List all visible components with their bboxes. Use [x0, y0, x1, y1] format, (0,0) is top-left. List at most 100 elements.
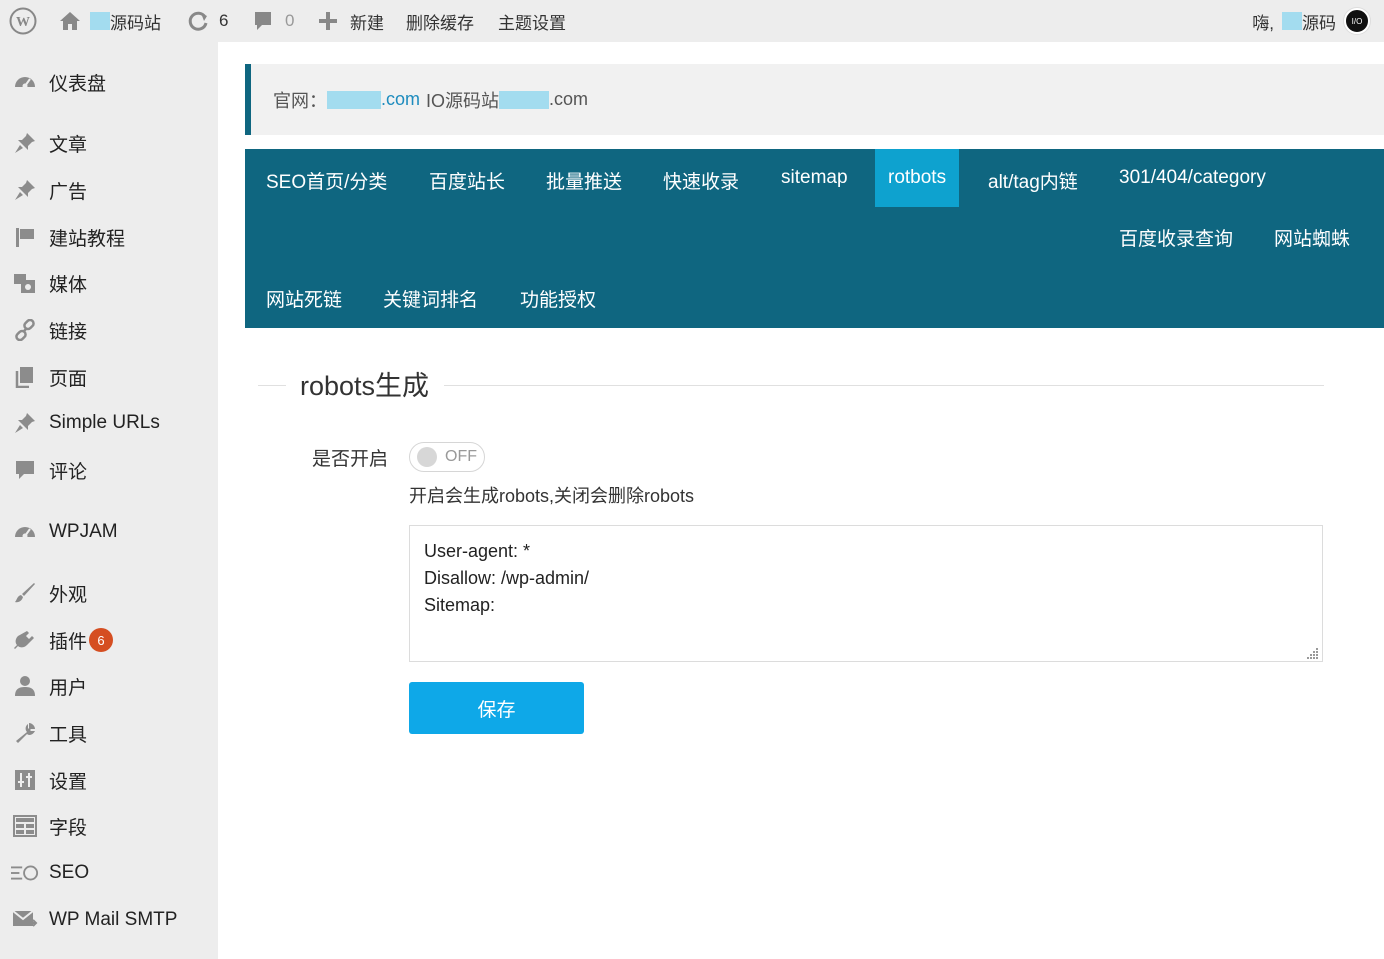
toggle-help-text: 开启会生成robots,关闭会删除robots [409, 486, 695, 506]
tab-301-404-category[interactable]: 301/404/category [1106, 149, 1279, 207]
sidebar-item-label: 字段 [49, 817, 88, 839]
link-icon [11, 319, 39, 341]
official-site-link[interactable]: .com [381, 89, 420, 110]
comment-icon [253, 10, 273, 32]
avatar: I/O [1344, 8, 1370, 34]
wrench-icon [11, 722, 39, 744]
dashboard-icon [11, 71, 39, 93]
robots-enable-toggle[interactable]: OFF [409, 442, 485, 472]
sidebar-item-links[interactable]: 链接 [0, 310, 218, 350]
new-label: 新建 [350, 13, 384, 33]
sidebar-item-simple-urls[interactable]: Simple URLs [0, 403, 218, 443]
save-button[interactable]: 保存 [409, 682, 584, 734]
admin-bar: W 源码站 6 0 新建 删除缓存 主题设置 嗨, 源码 I/O [0, 0, 1384, 42]
sidebar-item-dashboard[interactable]: 仪表盘 [0, 62, 218, 102]
sidebar-item-label: 插件 [49, 631, 88, 653]
section-title: robots生成 [300, 371, 430, 401]
sidebar-item-tools[interactable]: 工具 [0, 713, 218, 753]
sidebar-item-label: 工具 [49, 724, 88, 746]
site-name: 源码站 [110, 13, 161, 33]
sidebar-item-wp-mail-smtp[interactable]: WP Mail SMTP [0, 900, 218, 940]
sidebar-item-label: 广告 [49, 181, 88, 203]
plugin-updates-badge: 6 [89, 628, 114, 652]
tab-baidu-index-query[interactable]: 百度收录查询 [1106, 208, 1246, 266]
user-name: 源码 [1302, 13, 1336, 33]
clear-cache-link[interactable]: 删除缓存 [406, 0, 474, 42]
wordpress-logo-icon[interactable]: W [9, 0, 37, 42]
user-icon [11, 675, 39, 697]
tab-baidu-webmaster[interactable]: 百度站长 [416, 151, 518, 209]
sidebar-item-label: SEO [49, 862, 90, 883]
theme-settings-label: 主题设置 [498, 13, 566, 33]
redacted-block [90, 12, 110, 30]
settings-icon [11, 769, 39, 791]
theme-settings-link[interactable]: 主题设置 [498, 0, 566, 42]
tab-sitemap[interactable]: sitemap [768, 149, 861, 207]
sidebar-item-appearance[interactable]: 外观 [0, 573, 218, 613]
media-icon [11, 272, 39, 294]
admin-sidebar: 仪表盘 文章 广告 建站教程 媒体 链接 页面 Simple URLs 评论 W… [0, 42, 218, 959]
flag-icon [11, 226, 39, 248]
sidebar-item-fields[interactable]: 字段 [0, 806, 218, 846]
sidebar-item-settings[interactable]: 设置 [0, 760, 218, 800]
tab-robots[interactable]: rotbots [875, 149, 960, 207]
enable-field-label: 是否开启 [312, 449, 389, 470]
tab-keyword-rank[interactable]: 关键词排名 [370, 269, 491, 327]
refresh-icon [186, 10, 210, 32]
comments-count: 0 [285, 11, 295, 30]
sidebar-item-label: 设置 [49, 771, 88, 793]
sidebar-item-label: 媒体 [49, 274, 88, 296]
mail-icon [11, 909, 39, 931]
section-heading: robots生成 [258, 366, 1324, 406]
official-site-notice: 官网： .com IO源码站 .com [245, 64, 1384, 135]
svg-text:W: W [16, 15, 30, 30]
pin-icon [11, 132, 39, 154]
tab-spider[interactable]: 网站蜘蛛 [1261, 208, 1363, 266]
comment-icon [11, 459, 39, 481]
plus-icon [318, 11, 338, 31]
sidebar-item-label: Simple URLs [49, 412, 160, 433]
sidebar-item-seo[interactable]: SEO [0, 853, 218, 893]
sidebar-item-label: 链接 [49, 321, 88, 343]
redacted-block [499, 90, 550, 109]
notice-suffix: .com [549, 89, 589, 109]
home-icon [59, 11, 81, 31]
updates-count: 6 [219, 11, 229, 30]
table-icon [11, 815, 39, 837]
sidebar-item-label: 建站教程 [49, 228, 126, 250]
sidebar-item-users[interactable]: 用户 [0, 666, 218, 706]
seo-tab-bar: SEO首页/分类 百度站长 批量推送 快速收录 sitemap rotbots … [245, 149, 1384, 328]
site-name-link[interactable]: 源码站 [59, 0, 161, 42]
sidebar-item-media[interactable]: 媒体 [0, 263, 218, 303]
sidebar-item-label: 评论 [49, 461, 88, 483]
plugin-icon [11, 629, 39, 651]
tab-fast-index[interactable]: 快速收录 [650, 151, 752, 209]
comments-link[interactable]: 0 [253, 0, 294, 42]
notice-prefix: 官网： [273, 90, 327, 111]
redacted-block [327, 90, 381, 109]
sidebar-item-ads[interactable]: 广告 [0, 170, 218, 210]
sidebar-item-comments[interactable]: 评论 [0, 450, 218, 490]
sidebar-item-tutorials[interactable]: 建站教程 [0, 217, 218, 257]
divider [444, 385, 1324, 386]
account-menu[interactable]: 嗨, 源码 I/O [1252, 0, 1370, 42]
clear-cache-label: 删除缓存 [406, 13, 474, 33]
pin-icon [11, 179, 39, 201]
tab-seo-home[interactable]: SEO首页/分类 [253, 151, 400, 209]
sidebar-item-label: WPJAM [49, 521, 118, 542]
sidebar-item-pages[interactable]: 页面 [0, 357, 218, 397]
sidebar-item-posts[interactable]: 文章 [0, 123, 218, 163]
sidebar-item-wpjam[interactable]: WPJAM [0, 512, 218, 552]
new-content-link[interactable]: 新建 [318, 0, 384, 42]
robots-textarea[interactable]: User-agent: * Disallow: /wp-admin/ Sitem… [409, 525, 1323, 662]
tab-alt-tag-links[interactable]: alt/tag内链 [975, 151, 1091, 209]
sidebar-item-plugins[interactable]: 插件 6 [0, 620, 218, 660]
updates-link[interactable]: 6 [186, 0, 228, 42]
toggle-knob [417, 447, 437, 467]
tab-batch-push[interactable]: 批量推送 [533, 151, 635, 209]
tab-dead-links[interactable]: 网站死链 [253, 269, 355, 327]
tab-license[interactable]: 功能授权 [507, 269, 609, 327]
resize-grip-icon[interactable] [1307, 647, 1319, 659]
page-icon [11, 366, 39, 388]
sidebar-item-label: WP Mail SMTP [49, 909, 178, 930]
